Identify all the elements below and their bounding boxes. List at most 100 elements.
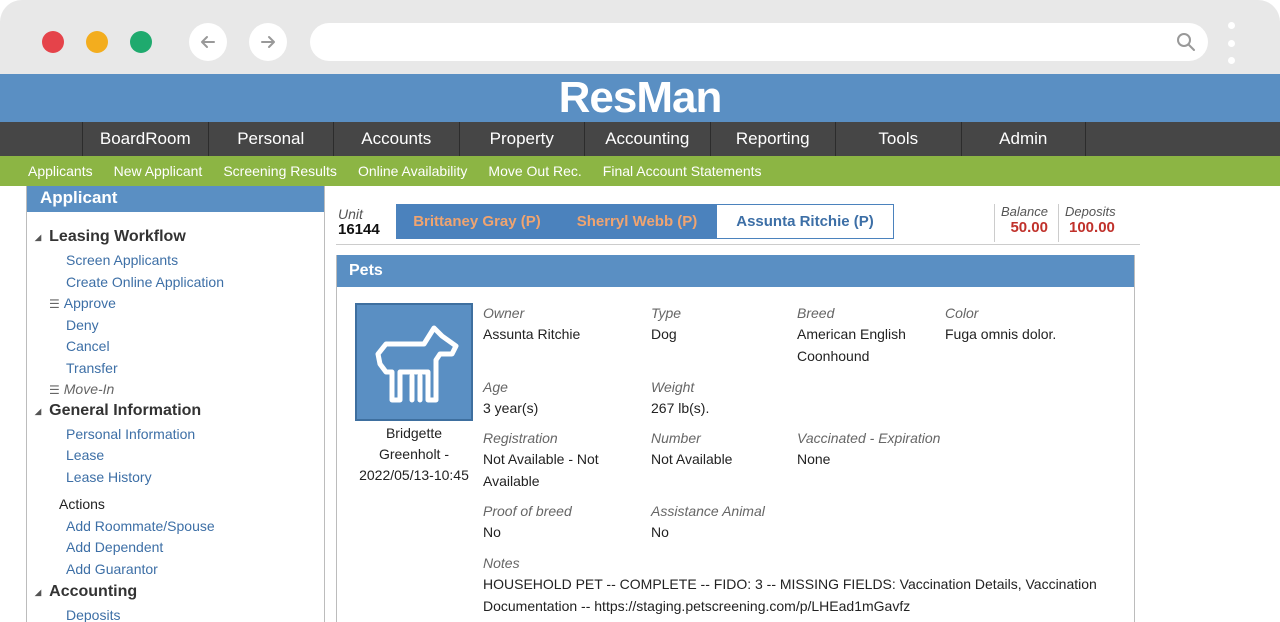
balance-value: 50.00 xyxy=(1010,219,1048,236)
sidebar-item-label: Move-In xyxy=(63,381,115,397)
sidebar-item-add-dependent[interactable]: Add Dependent xyxy=(66,539,163,555)
forward-button[interactable] xyxy=(249,23,287,61)
owner-label: Owner xyxy=(483,305,525,321)
tab-sherryl-webb[interactable]: Sherryl Webb (P) xyxy=(557,205,717,238)
applicant-sidebar: Applicant ◢ Leasing Workflow Screen Appl… xyxy=(26,186,325,622)
nav-reporting[interactable]: Reporting xyxy=(709,122,836,156)
notes-label: Notes xyxy=(483,555,520,571)
browser-menu-icon[interactable] xyxy=(1226,22,1236,64)
resident-tabs: Brittaney Gray (P) Sherryl Webb (P) Assu… xyxy=(396,204,894,239)
brand-bar: ResMan xyxy=(0,74,1280,122)
pets-title: Pets xyxy=(337,255,1134,287)
sidebar-item-lease[interactable]: Lease xyxy=(66,447,104,463)
sidebar-item-cancel[interactable]: Cancel xyxy=(66,338,110,354)
type-value: Dog xyxy=(651,326,677,342)
pet-caption: Bridgette Greenholt - 2022/05/13-10:45 xyxy=(349,423,479,486)
subnav-screening-results[interactable]: Screening Results xyxy=(223,163,337,179)
arrow-right-icon xyxy=(261,36,275,48)
owner-value: Assunta Ritchie xyxy=(483,326,581,342)
section-leasing-workflow[interactable]: ◢ Leasing Workflow xyxy=(35,228,186,246)
tab-assunta-ritchie[interactable]: Assunta Ritchie (P) xyxy=(717,205,893,238)
nav-tools[interactable]: Tools xyxy=(835,122,961,156)
type-label: Type xyxy=(651,305,682,321)
registration-line: Not Available - Not xyxy=(483,451,599,467)
sidebar-item-add-roommate[interactable]: Add Roommate/Spouse xyxy=(66,518,215,534)
collapse-triangle-icon[interactable]: ◢ xyxy=(35,407,41,416)
vaccinated-label: Vaccinated - Expiration xyxy=(797,430,941,446)
nav-boardroom[interactable]: BoardRoom xyxy=(82,122,208,156)
pets-panel: Pets Bridgette Greenholt - 2022/05/13-10… xyxy=(336,255,1135,622)
color-label: Color xyxy=(945,305,979,321)
sidebar-item-lease-history[interactable]: Lease History xyxy=(66,469,152,485)
section-general-information[interactable]: ◢ General Information xyxy=(35,402,201,420)
subnav-new-applicant[interactable]: New Applicant xyxy=(114,163,203,179)
proof-of-breed-label: Proof of breed xyxy=(483,503,572,519)
main-nav: BoardRoom Personal Accounts Property Acc… xyxy=(0,122,1280,156)
balance-box: Balance 50.00 xyxy=(994,204,1048,242)
notes-line: Documentation -- https://staging.petscre… xyxy=(483,597,911,614)
address-bar[interactable] xyxy=(310,23,1208,61)
browser-chrome xyxy=(0,0,1280,84)
assistance-animal-label: Assistance Animal xyxy=(651,503,765,519)
notes-value: HOUSEHOLD PET -- COMPLETE -- FIDO: 3 -- … xyxy=(483,574,1123,617)
subnav-final-account-statements[interactable]: Final Account Statements xyxy=(603,163,762,179)
weight-value: 267 lb(s). xyxy=(651,400,710,416)
tab-brittaney-gray[interactable]: Brittaney Gray (P) xyxy=(397,205,557,238)
breed-line: American English xyxy=(797,326,906,342)
nav-property[interactable]: Property xyxy=(458,122,585,156)
minimize-window-dot[interactable] xyxy=(86,31,108,53)
breed-line: Coonhound xyxy=(797,347,870,364)
subnav-move-out-rec[interactable]: Move Out Rec. xyxy=(488,163,581,179)
subnav-online-availability[interactable]: Online Availability xyxy=(358,163,467,179)
sidebar-item-approve[interactable]: ☰ Approve xyxy=(49,295,116,311)
deposits-box: Deposits 100.00 xyxy=(1058,204,1116,242)
nav-accounting[interactable]: Accounting xyxy=(584,122,710,156)
search-icon[interactable] xyxy=(1176,32,1196,52)
notes-line: HOUSEHOLD PET -- COMPLETE -- FIDO: 3 -- … xyxy=(483,576,1097,592)
sidebar-item-create-online-application[interactable]: Create Online Application xyxy=(66,274,224,290)
breed-label: Breed xyxy=(797,305,835,321)
arrow-left-icon xyxy=(201,36,215,48)
age-value: 3 year(s) xyxy=(483,400,539,416)
nav-admin[interactable]: Admin xyxy=(960,122,1086,156)
pet-caption-line: Greenholt - xyxy=(378,446,450,462)
maximize-window-dot[interactable] xyxy=(130,31,152,53)
vaccinated-value: None xyxy=(797,451,831,467)
weight-label: Weight xyxy=(651,379,695,395)
sidebar-item-transfer[interactable]: Transfer xyxy=(66,360,118,376)
nav-personal[interactable]: Personal xyxy=(207,122,334,156)
sidebar-title: Applicant xyxy=(27,186,324,212)
unit-label: Unit xyxy=(338,206,363,222)
actions-label: Actions xyxy=(59,496,105,512)
sidebar-item-add-guarantor[interactable]: Add Guarantor xyxy=(66,561,158,577)
section-label: Leasing Workflow xyxy=(49,228,186,245)
sidebar-item-screen-applicants[interactable]: Screen Applicants xyxy=(66,252,178,268)
nav-accounts[interactable]: Accounts xyxy=(333,122,459,156)
number-label: Number xyxy=(651,430,701,446)
section-label: Accounting xyxy=(49,583,138,600)
registration-label: Registration xyxy=(483,430,558,446)
back-button[interactable] xyxy=(189,23,227,61)
balance-label: Balance xyxy=(1001,204,1048,219)
resman-logo: ResMan xyxy=(558,74,723,122)
sub-nav: Applicants New Applicant Screening Resul… xyxy=(0,156,1280,186)
collapse-triangle-icon[interactable]: ◢ xyxy=(35,588,41,597)
deposits-value: 100.00 xyxy=(1069,219,1115,236)
list-icon: ☰ xyxy=(49,383,60,397)
assistance-animal-value: No xyxy=(651,524,669,540)
proof-of-breed-value: No xyxy=(483,524,501,540)
deposits-label: Deposits xyxy=(1065,204,1116,219)
sidebar-item-move-in[interactable]: ☰ Move-In xyxy=(49,381,114,397)
sidebar-item-deny[interactable]: Deny xyxy=(66,317,99,333)
subnav-applicants[interactable]: Applicants xyxy=(28,163,93,179)
collapse-triangle-icon[interactable]: ◢ xyxy=(35,233,41,242)
unit-value: 16144 xyxy=(338,221,380,238)
section-label: General Information xyxy=(49,402,202,419)
sidebar-item-deposits[interactable]: Deposits xyxy=(66,607,120,622)
sidebar-item-label: Approve xyxy=(63,295,116,311)
sidebar-item-personal-information[interactable]: Personal Information xyxy=(66,426,195,442)
close-window-dot[interactable] xyxy=(42,31,64,53)
list-icon: ☰ xyxy=(49,297,60,311)
pet-photo[interactable] xyxy=(355,303,473,421)
section-accounting[interactable]: ◢ Accounting xyxy=(35,583,137,601)
